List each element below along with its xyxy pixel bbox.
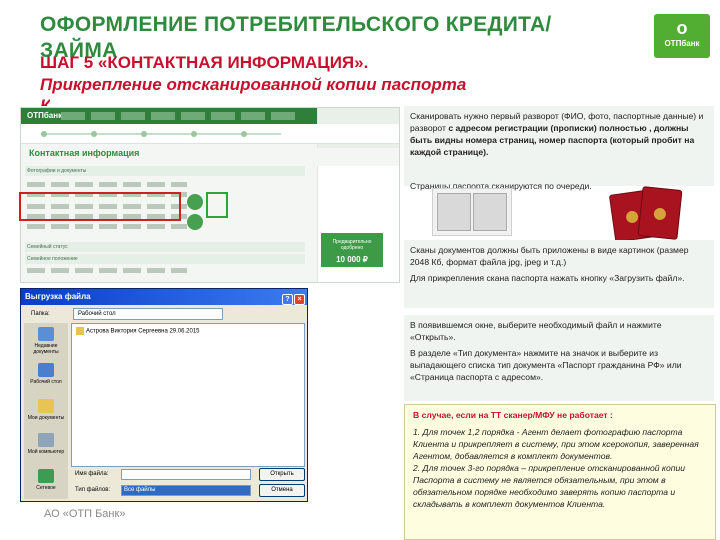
place-my-computer[interactable]: Мой компьютер (26, 433, 66, 455)
place-my-docs[interactable]: Мои документы (26, 399, 66, 421)
step-subtitle-tail: К (40, 98, 50, 106)
folder-label: Папка: (31, 311, 50, 317)
format-instructions: Сканы документов должны быть приложены в… (404, 240, 714, 308)
format-paragraph: Сканы документов должны быть приложены в… (410, 245, 689, 267)
close-icon[interactable]: × (294, 294, 305, 305)
filetype-select[interactable]: Все файлы (121, 485, 251, 496)
step-subtitle: Прикрепление отсканированной копии паспо… (40, 75, 467, 94)
file-list[interactable]: Астрова Виктория Сергеевна 29.06.2015 (71, 323, 305, 467)
desktop-icon (38, 363, 54, 377)
bank-upload-icon[interactable] (187, 214, 203, 230)
otp-logo-text: ОТПбанк (664, 39, 700, 48)
recent-docs-icon (38, 327, 54, 341)
open-button[interactable]: Открыть (259, 468, 305, 481)
file-icon (76, 327, 84, 335)
bank-row (27, 182, 187, 187)
step-heading: ШАГ 5 «КОНТАКТНАЯ ИНФОРМАЦИЯ». (40, 53, 369, 72)
dialog-instructions: В появившемся окне, выберите необходимый… (404, 315, 714, 401)
bank-app-logo: ОТПбанк (27, 111, 63, 120)
scan-instructions-b: с адресом регистрации (прописки) полност… (410, 123, 695, 157)
footer-company: АО «ОТП Банк» (44, 508, 126, 520)
bank-section-docs: Фотографии и документы (25, 166, 305, 176)
note-point-1: 1. Для точек 1,2 порядка - Агент делает … (413, 427, 699, 461)
bank-row (27, 224, 187, 229)
passport-scan-image (432, 188, 512, 236)
dialog-titlebar: Выгрузка файла ? × (21, 289, 307, 305)
network-icon (38, 469, 54, 483)
bank-app-nav (61, 112, 301, 120)
step-dot (91, 131, 97, 137)
bank-approval-badge: Предварительно одобрено 10 000 ₽ (321, 233, 383, 267)
filetype-label: Тип файлов: (75, 487, 111, 493)
bank-upload-icon[interactable] (187, 194, 203, 210)
place-recent[interactable]: Недавние документы (26, 327, 66, 355)
places-bar: Недавние документы Рабочий стол Мои доку… (24, 323, 68, 499)
file-item[interactable]: Астрова Виктория Сергеевна 29.06.2015 (76, 327, 200, 335)
bank-app-steps (21, 124, 399, 144)
open-paragraph: В появившемся окне, выберите необходимый… (410, 320, 662, 342)
step-dot (41, 131, 47, 137)
bank-approval-label: Предварительно одобрено (332, 239, 372, 251)
passport-image (637, 186, 683, 240)
file-upload-dialog: Выгрузка файла ? × Папка: Рабочий стол Не… (20, 288, 308, 502)
filename-label: Имя файла: (75, 471, 109, 477)
dialog-title: Выгрузка файла (25, 292, 91, 301)
bank-row (27, 268, 187, 273)
otp-logo: o ОТПбанк (654, 14, 710, 58)
doctype-paragraph: В разделе «Тип документа» нажмите на зна… (410, 348, 682, 382)
step-dot (241, 131, 247, 137)
upload-paragraph: Для прикрепления скана паспорта нажать к… (410, 273, 685, 283)
bank-section-status: Семейный статус (25, 242, 305, 252)
help-icon[interactable]: ? (282, 294, 293, 305)
bank-app-heading: Контактная информация (29, 148, 140, 158)
bank-approval-amount: 10 000 ₽ (336, 255, 368, 264)
highlight-upload-button (206, 192, 228, 218)
folder-select[interactable]: Рабочий стол (73, 308, 223, 320)
folder-icon (38, 399, 54, 413)
highlight-passport-row (19, 192, 181, 221)
bank-section-family: Семейное положение (25, 254, 305, 264)
note-point-2: 2. Для точек 3-го порядка – прикрепление… (413, 463, 686, 509)
computer-icon (38, 433, 54, 447)
otp-logo-mark: o (676, 18, 688, 38)
cancel-button[interactable]: Отмена (259, 484, 305, 497)
step-dot (191, 131, 197, 137)
scan-instructions: Сканировать нужно первый разворот (ФИО, … (404, 106, 714, 186)
scanner-fallback-note: В случае, если на ТТ сканер/МФУ не работ… (404, 404, 716, 540)
place-desktop[interactable]: Рабочий стол (26, 363, 66, 385)
place-network[interactable]: Сетевое (26, 469, 66, 491)
filename-input[interactable] (121, 469, 251, 480)
note-heading: В случае, если на ТТ сканер/МФУ не работ… (413, 410, 613, 420)
step-dot (141, 131, 147, 137)
